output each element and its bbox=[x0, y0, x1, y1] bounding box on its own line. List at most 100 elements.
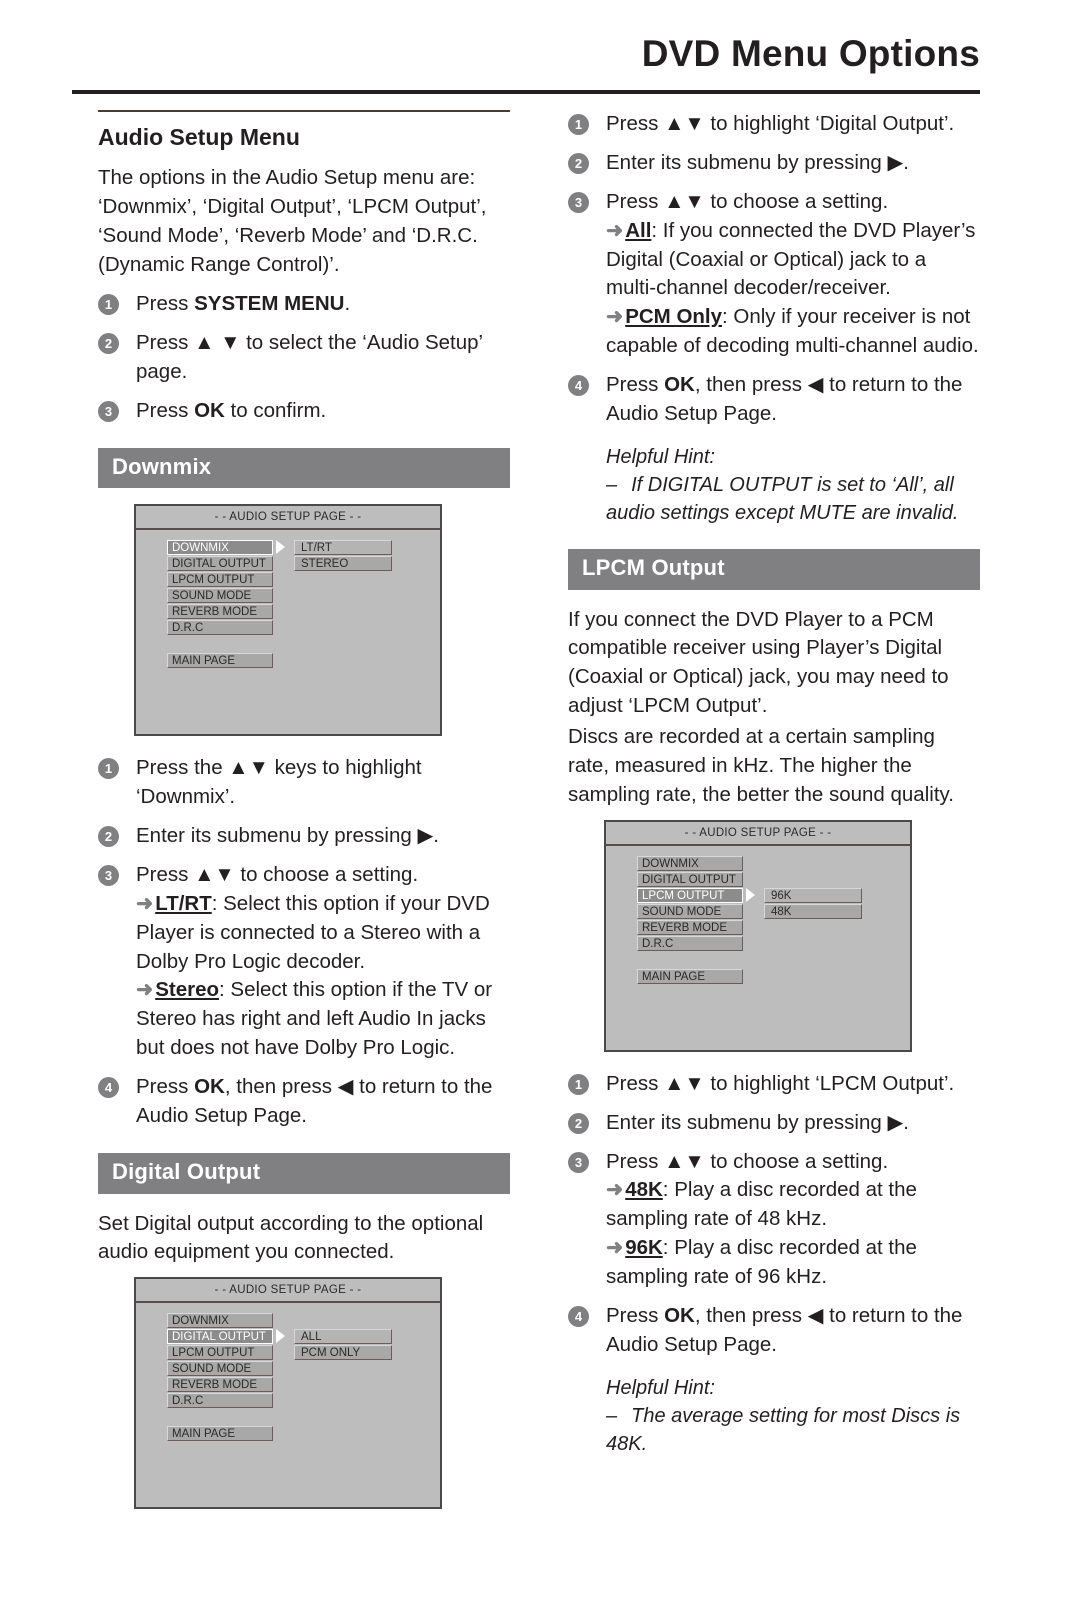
step-text: Enter its submenu by pressing ▶. bbox=[606, 1110, 909, 1134]
hint-text: The average setting for most Discs is 48… bbox=[606, 1404, 961, 1455]
step-item: 2 Press ▲ ▼ to select the ‘Audio Setup’ … bbox=[98, 329, 510, 387]
option-name: All bbox=[625, 218, 652, 242]
osd-menu-item-lpcm-output[interactable]: LPCM OUTPUT bbox=[637, 887, 743, 903]
osd-body: DOWNMIX DIGITAL OUTPUT LPCM OUTPUT SOUND… bbox=[136, 530, 440, 736]
osd-submenu-item-stereo[interactable]: STEREO bbox=[294, 556, 392, 572]
step-text: Press ▲▼ to highlight ‘Digital Output’. bbox=[606, 112, 955, 135]
step-text-post: to confirm. bbox=[224, 398, 327, 422]
step-number-badge: 2 bbox=[568, 152, 589, 174]
header-divider bbox=[72, 90, 980, 94]
step-item: 1 Press ▲▼ to highlight ‘Digital Output’… bbox=[568, 110, 980, 139]
osd-menu-item-lpcm-output[interactable]: LPCM OUTPUT bbox=[167, 1345, 273, 1361]
arrow-right-bullet-icon: ➜ bbox=[136, 978, 154, 1002]
step-number-badge: 2 bbox=[98, 825, 119, 847]
osd-menu-item-sound-mode[interactable]: SOUND MODE bbox=[167, 1361, 273, 1377]
step-number-badge: 1 bbox=[568, 114, 589, 135]
cursor-right-icon bbox=[276, 540, 285, 555]
osd-menu-list: DOWNMIX DIGITAL OUTPUT LPCM OUTPUT SOUND… bbox=[167, 540, 273, 669]
arrow-right-bullet-icon: ➜ bbox=[136, 891, 154, 915]
step-text: Press ▲▼ to highlight ‘LPCM Output’. bbox=[606, 1071, 955, 1095]
osd-screen-digital-output: - - AUDIO SETUP PAGE - - DOWNMIX DIGITAL… bbox=[134, 1277, 442, 1510]
step-number-badge: 4 bbox=[98, 1077, 119, 1099]
osd-menu-item-digital-output[interactable]: DIGITAL OUTPUT bbox=[637, 871, 743, 887]
digital-output-paragraph: Set Digital output according to the opti… bbox=[98, 1211, 484, 1264]
step-item: 3 Press ▲▼ to choose a setting. ➜All: If… bbox=[568, 188, 980, 361]
hint-label: Helpful Hint: bbox=[606, 1376, 715, 1399]
step-item: 2 Enter its submenu by pressing ▶. bbox=[568, 1109, 980, 1138]
page-header: DVD Menu Options bbox=[72, 33, 980, 75]
step-number-badge: 1 bbox=[98, 294, 119, 315]
osd-menu-item-reverb-mode[interactable]: REVERB MODE bbox=[637, 919, 743, 935]
step-item: 1 Press the ▲▼ keys to highlight ‘Downmi… bbox=[98, 754, 510, 812]
step-number-badge: 3 bbox=[98, 864, 119, 886]
step-text: Press ▲▼ to choose a setting. bbox=[606, 1149, 889, 1173]
step-text-bold: OK bbox=[664, 373, 695, 397]
osd-submenu-item-pcm-only[interactable]: PCM ONLY bbox=[294, 1345, 392, 1361]
step-item: 4 Press OK, then press ◀ to return to th… bbox=[568, 1302, 980, 1360]
lpcm-paragraph-1: If you connect the DVD Player to a PCM c… bbox=[568, 607, 949, 718]
osd-menu-item-reverb-mode[interactable]: REVERB MODE bbox=[167, 1377, 273, 1393]
option-line: ➜96K: Play a disc recorded at the sampli… bbox=[606, 1234, 980, 1292]
osd-menu-item-main-page[interactable]: MAIN PAGE bbox=[167, 653, 273, 669]
osd-menu-item-sound-mode[interactable]: SOUND MODE bbox=[167, 588, 273, 604]
step-item: 2 Enter its submenu by pressing ▶. bbox=[568, 149, 980, 178]
osd-title: - - AUDIO SETUP PAGE - - bbox=[136, 506, 440, 531]
hint-dash: – bbox=[606, 1404, 618, 1427]
osd-submenu-item-48k[interactable]: 48K bbox=[764, 903, 862, 919]
osd-body: DOWNMIX DIGITAL OUTPUT LPCM OUTPUT SOUND… bbox=[136, 1303, 440, 1509]
osd-menu-item-digital-output[interactable]: DIGITAL OUTPUT bbox=[167, 556, 273, 572]
option-line: ➜48K: Play a disc recorded at the sampli… bbox=[606, 1176, 980, 1234]
osd-title: - - AUDIO SETUP PAGE - - bbox=[606, 822, 910, 846]
osd-menu-list: DOWNMIX DIGITAL OUTPUT LPCM OUTPUT SOUND… bbox=[637, 855, 743, 985]
subhead-divider bbox=[98, 110, 510, 112]
osd-menu-item-downmix[interactable]: DOWNMIX bbox=[167, 540, 273, 556]
osd-submenu-item-all[interactable]: ALL bbox=[294, 1329, 392, 1345]
step-text-post: . bbox=[344, 292, 351, 315]
document-page: DVD Menu Options Audio Setup Menu The op… bbox=[0, 0, 1080, 1618]
section-bar-lpcm-output: LPCM Output bbox=[568, 548, 980, 590]
step-item: 1 Press ▲▼ to highlight ‘LPCM Output’. bbox=[568, 1070, 980, 1099]
osd-menu-item-drc[interactable]: D.R.C bbox=[637, 935, 743, 951]
page-title: DVD Menu Options bbox=[641, 33, 980, 74]
osd-menu-item-digital-output[interactable]: DIGITAL OUTPUT bbox=[167, 1329, 273, 1345]
step-text-pre: Press bbox=[136, 1075, 195, 1099]
step-number-badge: 3 bbox=[568, 1151, 589, 1173]
osd-menu-item-main-page[interactable]: MAIN PAGE bbox=[637, 968, 743, 984]
osd-submenu-item-ltrt[interactable]: LT/RT bbox=[294, 540, 392, 556]
osd-submenu-list: LT/RT STEREO bbox=[294, 540, 392, 572]
osd-screen-lpcm-output: - - AUDIO SETUP PAGE - - DOWNMIX DIGITAL… bbox=[604, 819, 912, 1052]
step-item: 3 Press OK to confirm. bbox=[98, 397, 510, 426]
osd-submenu-list: ALL PCM ONLY bbox=[294, 1329, 392, 1361]
osd-menu-item-downmix[interactable]: DOWNMIX bbox=[637, 855, 743, 871]
step-number-badge: 2 bbox=[98, 332, 119, 354]
step-number-badge: 3 bbox=[98, 400, 119, 422]
osd-menu-item-lpcm-output[interactable]: LPCM OUTPUT bbox=[167, 572, 273, 588]
step-text-pre: Press bbox=[606, 1304, 665, 1327]
step-text: Enter its submenu by pressing ▶. bbox=[136, 823, 439, 847]
step-text-bold: OK bbox=[664, 1304, 695, 1327]
step-number-badge: 4 bbox=[568, 1306, 589, 1327]
step-number-badge: 4 bbox=[568, 375, 589, 397]
hint-text: If DIGITAL OUTPUT is set to ‘All’, all a… bbox=[606, 473, 959, 524]
osd-menu-item-drc[interactable]: D.R.C bbox=[167, 1393, 273, 1409]
left-column: Audio Setup Menu The options in the Audi… bbox=[98, 110, 510, 1527]
step-text-pre: Press ▲ ▼ to select the ‘Audio Setup’ pa… bbox=[136, 330, 483, 383]
option-name: PCM Only bbox=[625, 305, 723, 329]
step-text: Enter its submenu by pressing ▶. bbox=[606, 150, 909, 174]
osd-menu-item-reverb-mode[interactable]: REVERB MODE bbox=[167, 604, 273, 620]
osd-title: - - AUDIO SETUP PAGE - - bbox=[136, 1279, 440, 1304]
osd-menu-item-drc[interactable]: D.R.C bbox=[167, 620, 273, 636]
osd-submenu-item-96k[interactable]: 96K bbox=[764, 887, 862, 903]
step-text: Press ▲▼ to choose a setting. bbox=[606, 189, 889, 213]
step-number-badge: 3 bbox=[568, 191, 589, 213]
lpcm-paragraph-2: Discs are recorded at a certain sampling… bbox=[568, 725, 954, 806]
step-number-badge: 2 bbox=[568, 1112, 589, 1134]
option-line: ➜LT/RT: Select this option if your DVD P… bbox=[136, 890, 510, 977]
section-bar-digital-output: Digital Output bbox=[98, 1152, 510, 1194]
osd-menu-item-sound-mode[interactable]: SOUND MODE bbox=[637, 903, 743, 919]
osd-menu-item-downmix[interactable]: DOWNMIX bbox=[167, 1313, 273, 1329]
step-item: 4 Press OK, then press ◀ to return to th… bbox=[568, 371, 980, 429]
osd-menu-list: DOWNMIX DIGITAL OUTPUT LPCM OUTPUT SOUND… bbox=[167, 1313, 273, 1442]
osd-menu-item-main-page[interactable]: MAIN PAGE bbox=[167, 1426, 273, 1442]
step-number-badge: 1 bbox=[98, 758, 119, 780]
